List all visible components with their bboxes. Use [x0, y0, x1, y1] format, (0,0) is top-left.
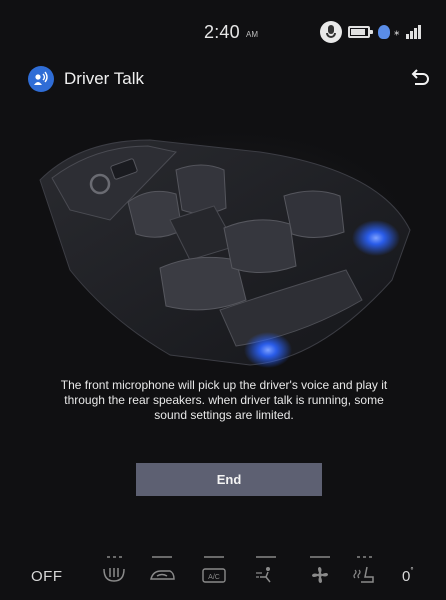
- back-arrow-icon: [411, 69, 429, 85]
- end-button[interactable]: End: [136, 463, 322, 496]
- rear-left-speaker-glow: [244, 332, 292, 368]
- rear-defrost-icon: [103, 568, 125, 582]
- climate-temperature[interactable]: 0°: [402, 566, 414, 585]
- air-recirculation-button[interactable]: [144, 556, 180, 590]
- air-direction-icon: [256, 567, 271, 583]
- rear-defrost-button[interactable]: [96, 556, 132, 590]
- svg-text:A/C: A/C: [208, 574, 220, 581]
- page-title: Driver Talk: [64, 69, 144, 88]
- status-ampm: AM: [246, 30, 258, 39]
- seat-heater-icon: [353, 566, 374, 583]
- rear-right-speaker-glow: [352, 220, 400, 256]
- status-bar: 2:40 AM ⁎: [0, 0, 446, 62]
- driver-talk-icon: [28, 66, 54, 92]
- air-direction-button[interactable]: [248, 556, 284, 590]
- status-icons: ⁎: [320, 19, 421, 45]
- car-interior-illustration: [0, 110, 446, 380]
- antenna-icon: ⁎: [394, 26, 400, 38]
- temperature-unit: °: [410, 566, 414, 575]
- ac-icon: A/C: [202, 568, 226, 583]
- seat-heater-button[interactable]: [346, 556, 382, 590]
- back-button[interactable]: [406, 66, 432, 92]
- ac-button[interactable]: A/C: [196, 556, 232, 590]
- status-time: 2:40: [204, 22, 240, 42]
- driver-talk-description: The front microphone will pick up the dr…: [60, 378, 388, 422]
- fan-speed-button[interactable]: [302, 556, 338, 590]
- voice-recognition-icon: [378, 25, 390, 39]
- signal-strength-icon: [405, 25, 421, 39]
- microphone-badge-icon: [320, 21, 342, 43]
- air-recirculation-icon: [150, 570, 175, 580]
- battery-icon: [348, 26, 373, 38]
- climate-off-button[interactable]: OFF: [31, 568, 63, 585]
- fan-icon: [312, 567, 328, 583]
